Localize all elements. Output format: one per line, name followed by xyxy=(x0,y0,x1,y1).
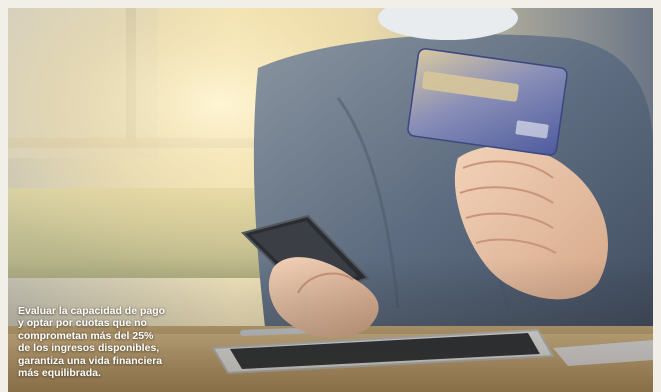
caption-line: Evaluar la capacidad de pago xyxy=(18,305,166,317)
caption-line: garantiza una vida financiera xyxy=(18,354,163,367)
caption-line: más equilibrada. xyxy=(18,367,101,380)
image-frame: Evaluar la capacidad de pago y optar por… xyxy=(0,0,661,392)
caption-line: y optar por cuotas que no xyxy=(18,317,147,330)
photo-caption: Evaluar la capacidad de pago y optar por… xyxy=(18,305,208,379)
caption-line: comprometan más del 25% xyxy=(18,329,154,342)
caption-line: de los ingresos disponibles, xyxy=(18,342,160,355)
